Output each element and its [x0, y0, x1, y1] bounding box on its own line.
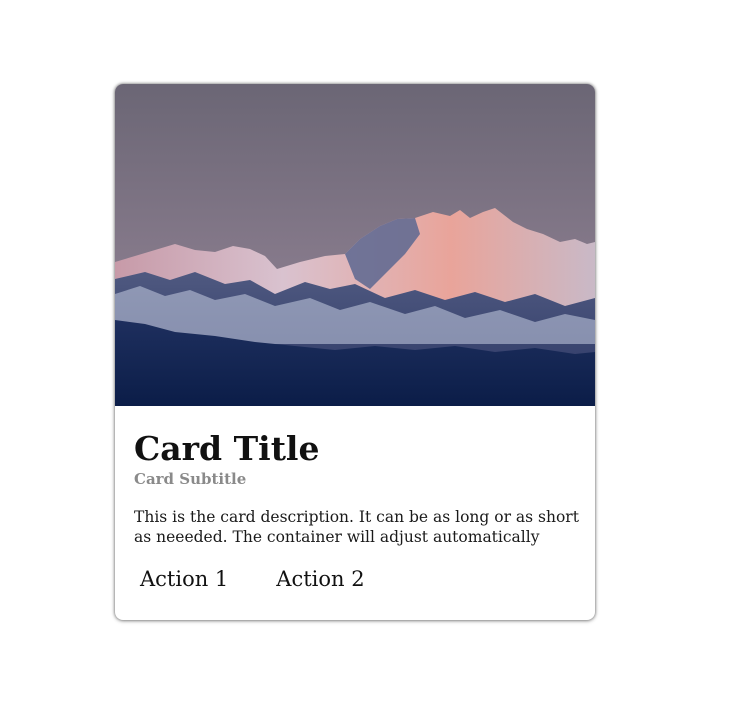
- card-image: [115, 84, 595, 406]
- card-title: Card Title: [134, 429, 320, 468]
- card-description: This is the card description. It can be …: [134, 508, 579, 546]
- card-actions: Action 1 Action 2: [140, 566, 365, 592]
- card-subtitle: Card Subtitle: [134, 470, 247, 488]
- action-2-button[interactable]: Action 2: [276, 566, 364, 592]
- card: Card Title Card Subtitle This is the car…: [115, 84, 595, 620]
- action-1-button[interactable]: Action 1: [140, 566, 228, 592]
